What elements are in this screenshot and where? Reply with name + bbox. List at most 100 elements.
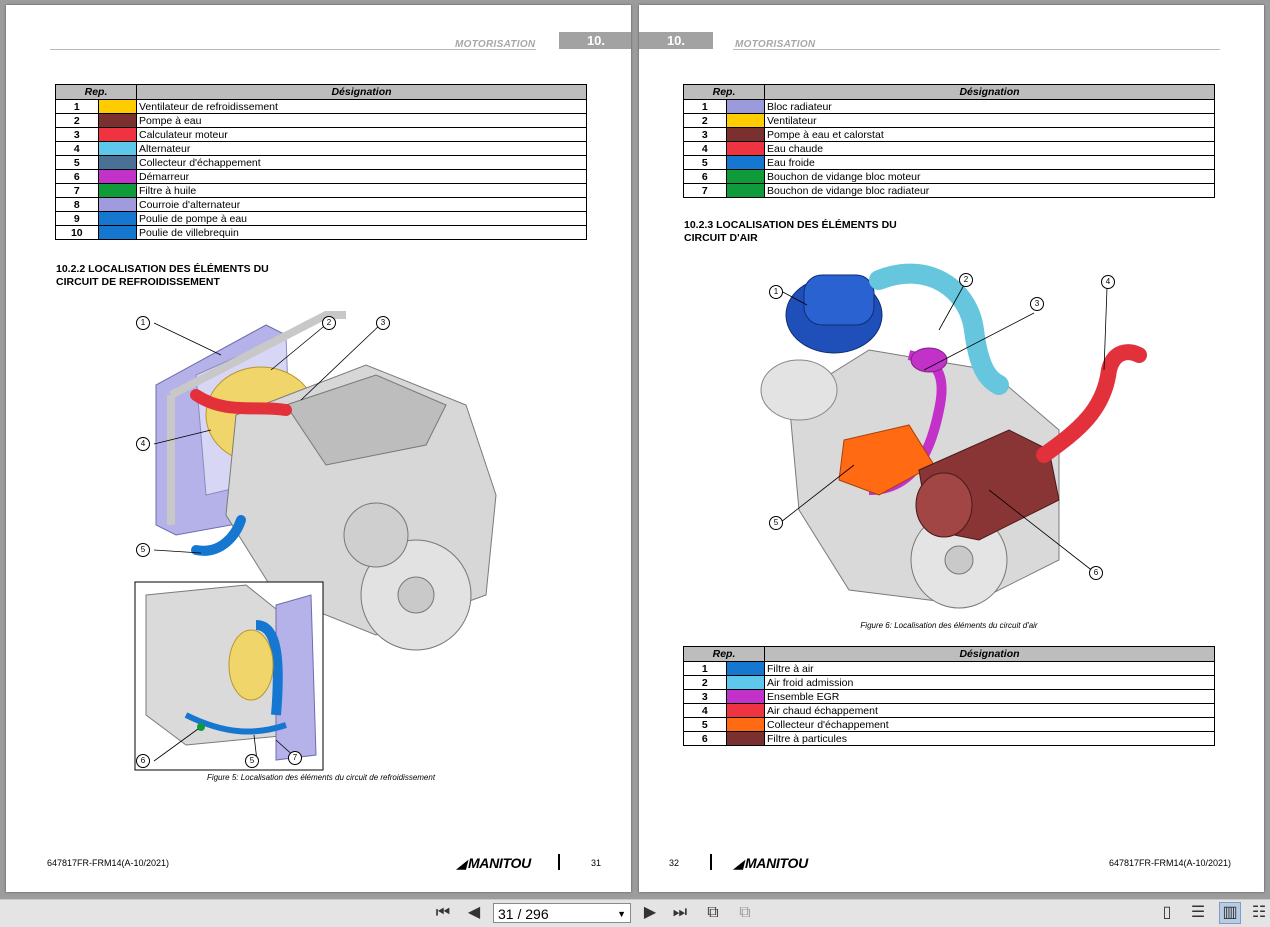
row-designation: Courroie d'alternateur: [136, 197, 587, 212]
row-number: 1: [55, 99, 99, 114]
row-designation: Eau froide: [764, 155, 1215, 170]
rotate-icon[interactable]: ⧉: [702, 902, 724, 924]
row-number: 2: [55, 113, 99, 128]
page-number: 32: [669, 858, 680, 868]
row-number: 9: [55, 211, 99, 226]
table-row: 4 Alternateur: [55, 141, 587, 156]
row-number: 2: [683, 675, 727, 690]
color-swatch: [725, 141, 766, 156]
facing-icon[interactable]: ▥: [1219, 902, 1241, 924]
color-swatch: [97, 211, 138, 226]
table-row: 1 Bloc radiateur: [683, 99, 1215, 114]
table-row: 4 Air chaud échappement: [683, 703, 1215, 718]
section-title-line1: 10.2.2 LOCALISATION DES ÉLÉMENTS DU: [56, 263, 269, 275]
footer-doc-code: 647817FR-FRM14(A-10/2021): [1109, 858, 1232, 868]
row-designation: Ventilateur: [764, 113, 1215, 128]
footer-divider: [558, 854, 560, 870]
facing-continuous-icon[interactable]: ☷: [1248, 902, 1270, 924]
row-number: 3: [55, 127, 99, 142]
row-designation: Pompe à eau: [136, 113, 587, 128]
callout-4: 4: [1101, 275, 1115, 289]
viewer-toolbar: ⏮ ◀ 31 / 296 ▼ ▶ ⏭ ⧉ ⧉ ▯ ☰ ▥ ☷: [0, 899, 1270, 927]
section-title-line2: CIRCUIT D'AIR: [684, 232, 758, 244]
callout-6: 6: [1089, 566, 1103, 580]
row-designation: Filtre à huile: [136, 183, 587, 198]
table-row: 7 Bouchon de vidange bloc radiateur: [683, 183, 1215, 198]
brand-name: MANITOU: [467, 855, 531, 871]
footer-divider: [710, 854, 712, 870]
row-number: 1: [683, 661, 727, 676]
document-page-right: 10. MOTORISATION Rep. Désignation 1 Bloc …: [639, 5, 1264, 892]
figure-caption: Figure 5: Localisation des éléments du c…: [206, 773, 436, 782]
color-swatch: [725, 127, 766, 142]
callout-5: 5: [136, 543, 150, 557]
callout-2: 2: [959, 273, 973, 287]
row-designation: Démarreur: [136, 169, 587, 184]
row-designation: Filtre à particules: [764, 731, 1215, 746]
continuous-icon[interactable]: ☰: [1187, 902, 1209, 924]
color-swatch: [725, 675, 766, 690]
color-swatch: [725, 99, 766, 114]
callout-3: 3: [376, 316, 390, 330]
row-number: 6: [683, 169, 727, 184]
first-page-icon[interactable]: ⏮: [432, 902, 454, 924]
row-designation: Pompe à eau et calorstat: [764, 127, 1215, 142]
row-number: 3: [683, 127, 727, 142]
manitou-logo: ◢ MANITOU: [457, 855, 531, 871]
color-swatch: [725, 183, 766, 198]
callout-1: 1: [136, 316, 150, 330]
table-row: 5 Collecteur d'échappement: [683, 717, 1215, 732]
table-row: 6 Filtre à particules: [683, 731, 1215, 746]
color-swatch: [725, 689, 766, 704]
row-number: 3: [683, 689, 727, 704]
section-title-line2: CIRCUIT DE REFROIDISSEMENT: [56, 276, 220, 288]
row-number: 5: [683, 155, 727, 170]
header-section-tab: 10.: [639, 32, 713, 49]
color-swatch: [725, 169, 766, 184]
table-row: 1 Ventilateur de refroidissement: [55, 99, 587, 114]
document-page-left: MOTORISATION 10. Rep. Désignation 1 Venti…: [6, 5, 631, 892]
row-number: 5: [683, 717, 727, 732]
row-number: 7: [683, 183, 727, 198]
cooling-circuit-illustration: [134, 311, 497, 771]
table-header-rep: Rep.: [683, 646, 765, 662]
table-header-rep: Rep.: [55, 84, 137, 100]
row-designation: Air froid admission: [764, 675, 1215, 690]
row-designation: Alternateur: [136, 141, 587, 156]
row-number: 1: [683, 99, 727, 114]
table-row: 5 Collecteur d'échappement: [55, 155, 587, 170]
color-swatch: [97, 169, 138, 184]
row-designation: Bloc radiateur: [764, 99, 1215, 114]
last-page-icon[interactable]: ⏭: [669, 902, 691, 924]
color-swatch: [97, 127, 138, 142]
table-row: 2 Pompe à eau: [55, 113, 587, 128]
next-page-icon[interactable]: ▶: [639, 902, 661, 924]
rotate-alt-icon[interactable]: ⧉: [734, 902, 756, 924]
previous-page-icon[interactable]: ◀: [463, 902, 485, 924]
table-header-designation: Désignation: [764, 84, 1215, 100]
row-number: 7: [55, 183, 99, 198]
row-number: 5: [55, 155, 99, 170]
section-title-line1: 10.2.3 LOCALISATION DES ÉLÉMENTS DU: [684, 219, 897, 231]
row-designation: Air chaud échappement: [764, 703, 1215, 718]
page-number: 31: [591, 858, 602, 868]
header-section-tab: 10.: [559, 32, 631, 49]
table-row: 7 Filtre à huile: [55, 183, 587, 198]
color-swatch: [725, 113, 766, 128]
color-swatch: [725, 717, 766, 732]
row-number: 4: [683, 703, 727, 718]
table-row: 3 Ensemble EGR: [683, 689, 1215, 704]
row-designation: Filtre à air: [764, 661, 1215, 676]
row-designation: Poulie de pompe à eau: [136, 211, 587, 226]
air-circuit-illustration: [760, 263, 1147, 609]
component-table: Rep. Désignation 1 Ventilateur de refroid…: [55, 84, 587, 240]
section-title: 10.2.3 LOCALISATION DES ÉLÉMENTS DU CIRC…: [684, 219, 897, 245]
figure-caption: Figure 6: Localisation des éléments du c…: [860, 621, 1038, 630]
header-rule: [733, 49, 1220, 50]
page-number-select[interactable]: 31 / 296 ▼: [493, 903, 631, 923]
color-swatch: [725, 703, 766, 718]
table-row: 2 Ventilateur: [683, 113, 1215, 128]
manitou-logo-icon: ◢: [457, 857, 466, 871]
single-page-icon[interactable]: ▯: [1156, 902, 1178, 924]
row-designation: Ventilateur de refroidissement: [136, 99, 587, 114]
